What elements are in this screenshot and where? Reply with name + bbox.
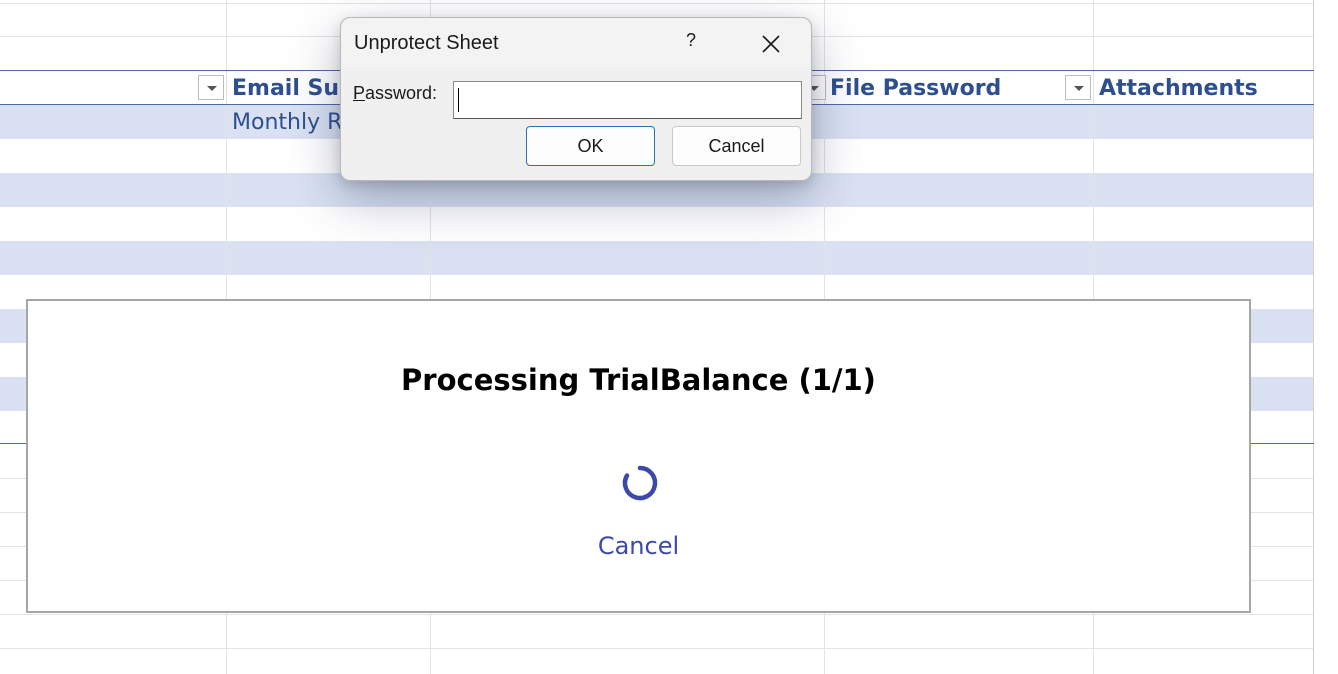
password-label-text: assword: [365,83,438,103]
column-header-file-password[interactable]: File Password [830,75,1001,103]
close-icon[interactable] [757,30,785,58]
help-icon[interactable]: ? [679,30,703,51]
loading-spinner-icon [621,464,659,502]
cancel-button[interactable]: Cancel [672,126,801,166]
column-header-attachments[interactable]: Attachments [1099,75,1258,103]
table-row-band [0,241,1314,275]
unprotect-sheet-dialog: Unprotect Sheet ? Password: OK Cancel [340,17,812,181]
gridline [0,648,1314,649]
dialog-title: Unprotect Sheet [354,32,499,54]
filter-dropdown-button[interactable] [1065,75,1091,100]
processing-cancel-link-row: Cancel [28,532,1249,560]
processing-cancel-button[interactable]: Cancel [598,532,679,560]
processing-modal: Processing TrialBalance (1/1) Cancel [26,299,1251,613]
filter-dropdown-button[interactable] [198,75,224,100]
processing-title: Processing TrialBalance (1/1) [401,363,876,397]
ok-button[interactable]: OK [526,126,655,166]
password-label: Password: [353,83,437,104]
gridline [0,3,1314,4]
text-caret [458,88,459,112]
password-input[interactable] [453,81,802,119]
gridline [0,614,1314,615]
password-label-accesskey: P [353,83,366,103]
gridline [1313,0,1314,674]
cell-email-subject[interactable]: Monthly R [232,108,342,138]
